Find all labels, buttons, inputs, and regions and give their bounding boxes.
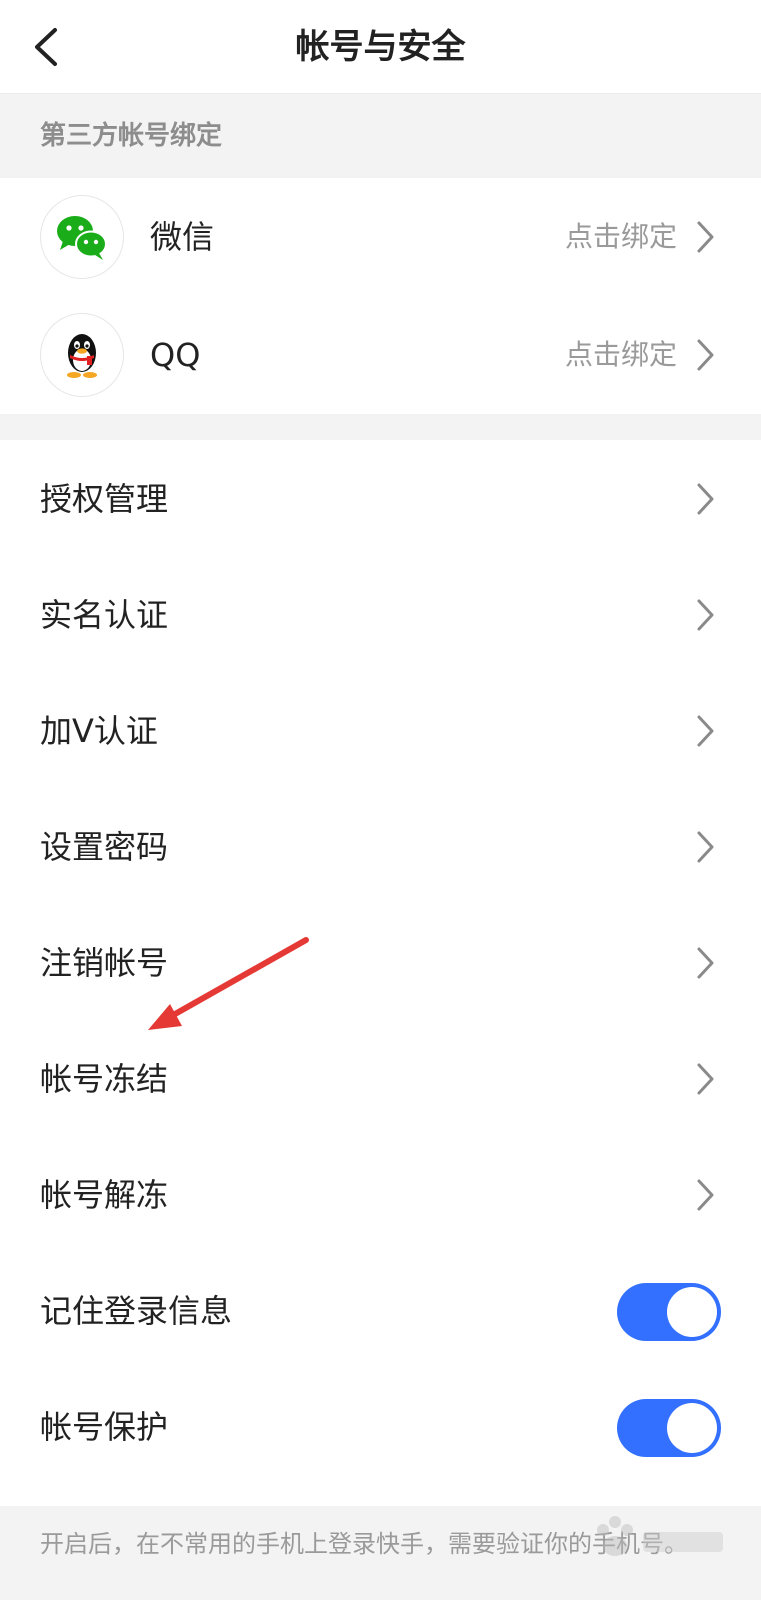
- menu-item-real-name[interactable]: 实名认证: [0, 556, 761, 674]
- chevron-right-icon: [697, 947, 714, 979]
- section-divider: [0, 414, 761, 440]
- menu-item-label: 帐号解冻: [40, 1176, 169, 1214]
- menu-item-cancel-account[interactable]: 注销帐号: [0, 904, 761, 1022]
- menu-item-authorization[interactable]: 授权管理: [0, 440, 761, 558]
- bind-action-wechat: 点击绑定: [564, 220, 677, 253]
- toggle-label: 记住登录信息: [40, 1292, 233, 1330]
- third-party-bind-list: 微信 点击绑定 QQ 点击绑定: [0, 178, 761, 414]
- toggle-knob: [667, 1287, 717, 1337]
- toggle-row-remember-login: 记住登录信息: [0, 1252, 761, 1370]
- menu-item-label: 授权管理: [40, 480, 169, 518]
- menu-item-label: 帐号冻结: [40, 1060, 169, 1098]
- chevron-right-icon: [697, 1063, 714, 1095]
- page-title: 帐号与安全: [295, 27, 466, 67]
- menu-item-label: 注销帐号: [40, 944, 169, 982]
- chevron-right-icon: [697, 339, 714, 371]
- chevron-right-icon: [697, 715, 714, 747]
- chevron-right-icon: [697, 599, 714, 631]
- toggle-label: 帐号保护: [40, 1408, 169, 1446]
- bind-row-wechat[interactable]: 微信 点击绑定: [0, 178, 761, 296]
- wechat-icon: [57, 216, 107, 260]
- navbar: 帐号与安全: [0, 0, 761, 94]
- menu-item-label: 实名认证: [40, 596, 169, 634]
- qq-avatar: [40, 313, 124, 397]
- chevron-right-icon: [697, 483, 714, 515]
- chevron-right-icon: [697, 221, 714, 253]
- bind-action-qq: 点击绑定: [564, 338, 677, 371]
- chevron-right-icon: [697, 831, 714, 863]
- section-header-label: 第三方帐号绑定: [40, 121, 223, 151]
- menu-item-label: 设置密码: [40, 828, 169, 866]
- wechat-avatar: [40, 195, 124, 279]
- menu-item-unfreeze-account[interactable]: 帐号解冻: [0, 1136, 761, 1254]
- chevron-right-icon: [697, 1179, 714, 1211]
- toggle-knob: [667, 1403, 717, 1453]
- bind-row-qq[interactable]: QQ 点击绑定: [0, 296, 761, 414]
- menu-item-v-verify[interactable]: 加V认证: [0, 672, 761, 790]
- qq-penguin-icon: [67, 334, 97, 378]
- menu-item-label: 加V认证: [40, 712, 158, 750]
- remember-login-toggle[interactable]: [617, 1283, 721, 1341]
- watermark-icon: [597, 1516, 723, 1556]
- bind-label-qq: QQ: [150, 336, 201, 374]
- account-protection-toggle[interactable]: [617, 1399, 721, 1457]
- third-party-section-header: 第三方帐号绑定: [0, 94, 761, 178]
- menu-item-freeze-account[interactable]: 帐号冻结: [0, 1020, 761, 1138]
- bind-label-wechat: 微信: [150, 218, 215, 256]
- menu-item-set-password[interactable]: 设置密码: [0, 788, 761, 906]
- toggle-row-account-protection: 帐号保护: [0, 1368, 761, 1486]
- settings-menu-list: 授权管理 实名认证 加V认证 设置密码 注销帐号 帐号冻结 帐号解冻 记住登录信…: [0, 440, 761, 1506]
